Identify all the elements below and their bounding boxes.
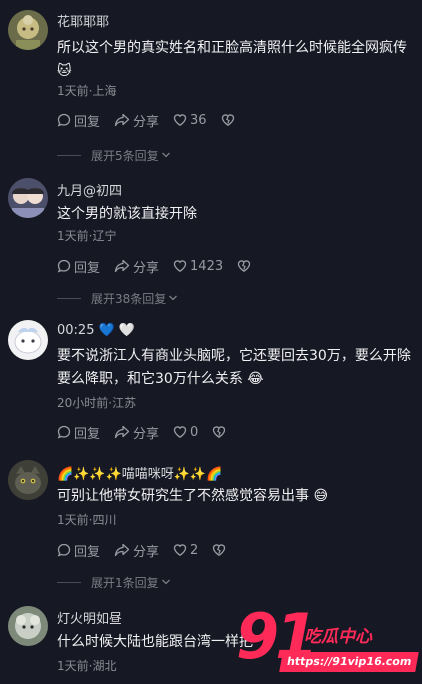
heart-icon (173, 114, 187, 126)
avatar[interactable] (8, 320, 48, 360)
share-button[interactable]: 分享 (114, 541, 159, 560)
comment-text: 可别让他带女研究生了不然感觉容易出事 😅 (57, 488, 329, 504)
comment-meta: 1天前·辽宁 (57, 229, 117, 243)
avatar[interactable] (8, 10, 48, 50)
like-button[interactable]: 2 (173, 543, 198, 558)
reply-button[interactable]: 回复 (57, 541, 100, 560)
dislike-button[interactable] (212, 543, 229, 557)
avatar[interactable] (8, 606, 48, 646)
share-button[interactable]: 分享 (114, 423, 159, 442)
reply-label: 回复 (74, 114, 101, 130)
like-button[interactable]: 1423 (173, 259, 223, 274)
share-arrow-icon (114, 425, 130, 439)
reply-label: 回复 (74, 260, 101, 276)
comment-actions: 回复 分享 0 (57, 422, 243, 442)
comment-text: 要不说浙江人有商业头脑呢，它还要回去30万，要么开除要么降职，和它30万什么关系… (57, 348, 411, 387)
comment-item: 花耶耶耶 所以这个男的真实姓名和正脸高清照什么时候能全网疯传 🐱 1天前·上海 … (0, 0, 422, 172)
comment-bubble-icon (57, 259, 71, 273)
like-count: 36 (190, 112, 207, 128)
dislike-button[interactable] (221, 113, 238, 127)
site-watermark: 91 吃瓜中心 https://91vip16.com (236, 600, 422, 684)
expand-label: 展开38条回复 (91, 291, 167, 306)
reply-button[interactable]: 回复 (57, 257, 100, 276)
expand-replies-button[interactable]: 展开5条回复 (57, 146, 171, 164)
broken-heart-icon (221, 114, 234, 126)
like-count: 2 (190, 542, 199, 558)
expand-label: 展开1条回复 (91, 575, 159, 590)
expand-replies-button[interactable]: 展开1条回复 (57, 573, 171, 591)
comment-meta: 1天前·上海 (57, 84, 117, 98)
comment-bubble-icon (57, 113, 71, 127)
chevron-down-icon (169, 295, 178, 301)
heart-icon (173, 260, 187, 272)
comment-bubble-icon (57, 425, 71, 439)
username[interactable]: 灯火明如昼 (57, 608, 122, 627)
expand-replies-button[interactable]: 展开38条回复 (57, 289, 178, 307)
chevron-down-icon (161, 579, 170, 585)
dislike-button[interactable] (237, 259, 254, 273)
like-button[interactable]: 0 (173, 425, 198, 440)
broken-heart-icon (237, 260, 251, 272)
comment-item: 00:25 💙 🤍 要不说浙江人有商业头脑呢，它还要回去30万，要么开除要么降职… (0, 312, 422, 452)
comment-meta: 1天前·四川 (57, 513, 117, 527)
share-arrow-icon (114, 259, 130, 273)
reply-label: 回复 (74, 426, 101, 442)
comment-bubble-icon (57, 543, 71, 557)
comment-item: 九月@初四 这个男的就该直接开除 1天前·辽宁 回复 分享 1423 展开38条… (0, 172, 422, 312)
share-button[interactable]: 分享 (114, 257, 159, 276)
like-button[interactable]: 36 (173, 113, 207, 128)
divider (57, 297, 81, 299)
share-label: 分享 (133, 544, 160, 560)
reply-button[interactable]: 回复 (57, 423, 100, 442)
heart-icon (173, 426, 187, 438)
divider (57, 154, 81, 156)
comment-text: 这个男的就该直接开除 (57, 206, 197, 222)
comment-actions: 回复 分享 1423 (57, 256, 268, 276)
username[interactable]: 九月@初四 (57, 180, 122, 199)
watermark-title: 吃瓜中心 (304, 627, 372, 647)
reply-label: 回复 (74, 544, 101, 560)
heart-icon (173, 544, 187, 556)
share-arrow-icon (114, 543, 130, 557)
comment-meta: 20小时前·江苏 (57, 396, 137, 410)
comment-meta: 1天前·湖北 (57, 659, 117, 673)
like-count: 0 (190, 424, 199, 440)
username[interactable]: 花耶耶耶 (57, 11, 109, 30)
comment-item: 🌈✨✨✨喵喵咪呀✨✨🌈 可别让他带女研究生了不然感觉容易出事 😅 1天前·四川 … (0, 452, 422, 600)
username[interactable]: 🌈✨✨✨喵喵咪呀✨✨🌈 (57, 463, 222, 482)
avatar[interactable] (8, 178, 48, 218)
comment-text: 所以这个男的真实姓名和正脸高清照什么时候能全网疯传 🐱 (57, 40, 407, 79)
broken-heart-icon (213, 426, 226, 438)
divider (57, 581, 81, 583)
comment-actions: 回复 分享 2 (57, 540, 243, 560)
share-label: 分享 (133, 426, 160, 442)
like-count: 1423 (190, 258, 224, 274)
comment-actions: 回复 分享 36 (57, 110, 252, 130)
share-label: 分享 (133, 260, 160, 276)
username[interactable]: 00:25 💙 🤍 (57, 323, 135, 338)
avatar[interactable] (8, 460, 48, 500)
share-label: 分享 (133, 114, 160, 130)
watermark-url: https://91vip16.com (279, 652, 420, 672)
broken-heart-icon (213, 544, 226, 556)
share-arrow-icon (114, 113, 130, 127)
share-button[interactable]: 分享 (114, 111, 159, 130)
dislike-button[interactable] (212, 425, 229, 439)
reply-button[interactable]: 回复 (57, 111, 100, 130)
chevron-down-icon (161, 152, 170, 158)
expand-label: 展开5条回复 (91, 148, 159, 163)
